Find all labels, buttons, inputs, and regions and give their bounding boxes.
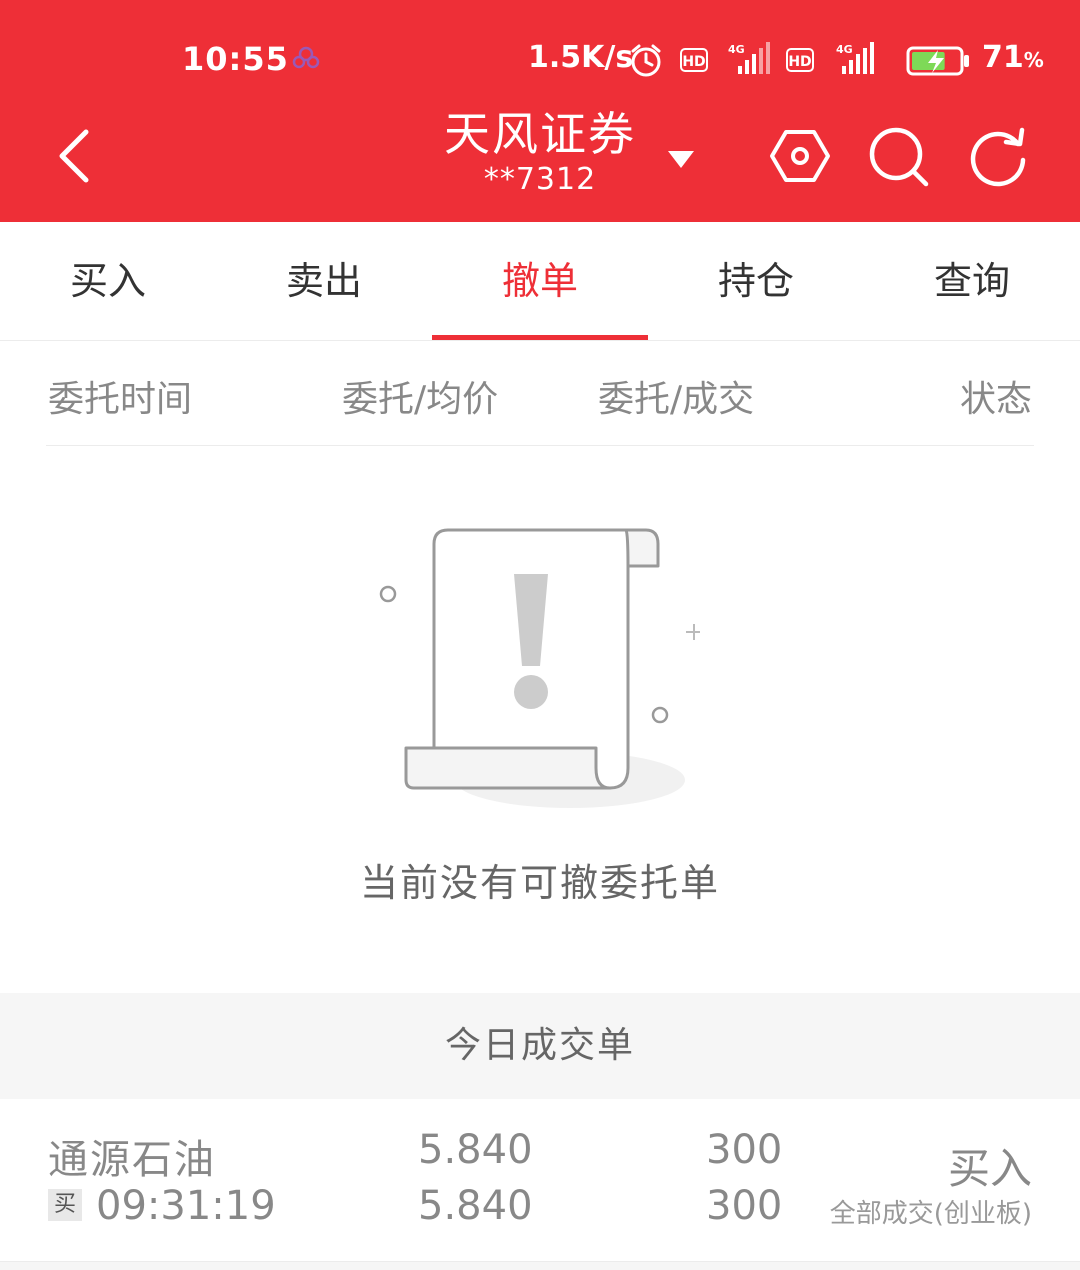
battery-percent-unit: % bbox=[1023, 48, 1044, 72]
battery-percent: 71% bbox=[982, 40, 1044, 75]
dropdown-caret-icon bbox=[668, 151, 694, 168]
empty-document-warning-icon bbox=[379, 528, 700, 808]
tab-positions[interactable]: 持仓 bbox=[648, 222, 864, 340]
tab-sell[interactable]: 卖出 bbox=[216, 222, 432, 340]
network-speed: 1.5K/s bbox=[528, 40, 634, 75]
app-header: 10:55 1.5K/s HD 4G HD 4G 71% 天风证券 **7312 bbox=[0, 0, 1080, 222]
avg-price: 5.840 bbox=[418, 1183, 533, 1229]
app-notification-icon bbox=[292, 46, 320, 69]
order-price: 5.840 bbox=[418, 1127, 533, 1173]
column-order-avg-price: 委托/均价 bbox=[342, 379, 499, 420]
column-order-filled-qty: 委托/成交 bbox=[598, 379, 755, 420]
trade-time: 09:31:19 bbox=[96, 1183, 276, 1229]
broker-title: 天风证券 bbox=[444, 107, 636, 161]
bottom-divider bbox=[0, 1262, 1080, 1270]
refresh-icon[interactable] bbox=[966, 124, 1030, 188]
column-order-time: 委托时间 bbox=[48, 379, 193, 420]
trade-tabs: 买入 卖出 撤单 持仓 查询 bbox=[0, 222, 1080, 341]
trade-row[interactable]: 通源石油 买 09:31:19 5.840 5.840 300 300 买入 全… bbox=[0, 1099, 1080, 1262]
tab-cancel-order[interactable]: 撤单 bbox=[432, 222, 648, 340]
svg-text:4G: 4G bbox=[728, 43, 745, 56]
tab-query[interactable]: 查询 bbox=[864, 222, 1080, 340]
status-time: 10:55 bbox=[182, 40, 289, 78]
tab-buy[interactable]: 买入 bbox=[0, 222, 216, 340]
signal-4g-icon-2: 4G bbox=[836, 42, 874, 74]
order-table-header: 委托时间 委托/均价 委托/成交 状态 bbox=[46, 340, 1034, 446]
settings-hexagon-icon[interactable] bbox=[768, 124, 832, 188]
back-arrow-icon[interactable] bbox=[50, 126, 100, 186]
broker-account-selector[interactable]: 天风证券 **7312 bbox=[380, 106, 700, 198]
status-bar: 10:55 1.5K/s HD 4G HD 4G 71% bbox=[0, 30, 1080, 90]
filled-qty: 300 bbox=[706, 1183, 783, 1229]
battery-charging-icon bbox=[906, 46, 969, 76]
search-icon[interactable] bbox=[866, 124, 930, 188]
svg-text:4G: 4G bbox=[836, 43, 853, 56]
empty-state-message: 当前没有可撤委托单 bbox=[359, 861, 720, 905]
signal-4g-icon-1: 4G bbox=[728, 42, 770, 74]
trade-action: 买入 bbox=[947, 1144, 1032, 1193]
alarm-icon bbox=[631, 44, 661, 77]
hd-badge-1: HD bbox=[680, 48, 708, 72]
order-qty: 300 bbox=[706, 1127, 783, 1173]
account-number: **7312 bbox=[483, 162, 597, 197]
trade-status: 全部成交(创业板) bbox=[829, 1199, 1032, 1229]
buy-side-badge: 买 bbox=[48, 1189, 82, 1221]
hd-badge-2: HD bbox=[786, 48, 814, 72]
battery-percent-value: 71 bbox=[982, 40, 1024, 75]
today-trades-title: 今日成交单 bbox=[0, 993, 1080, 1099]
column-status: 状态 bbox=[959, 379, 1032, 420]
stock-name: 通源石油 bbox=[48, 1137, 216, 1183]
